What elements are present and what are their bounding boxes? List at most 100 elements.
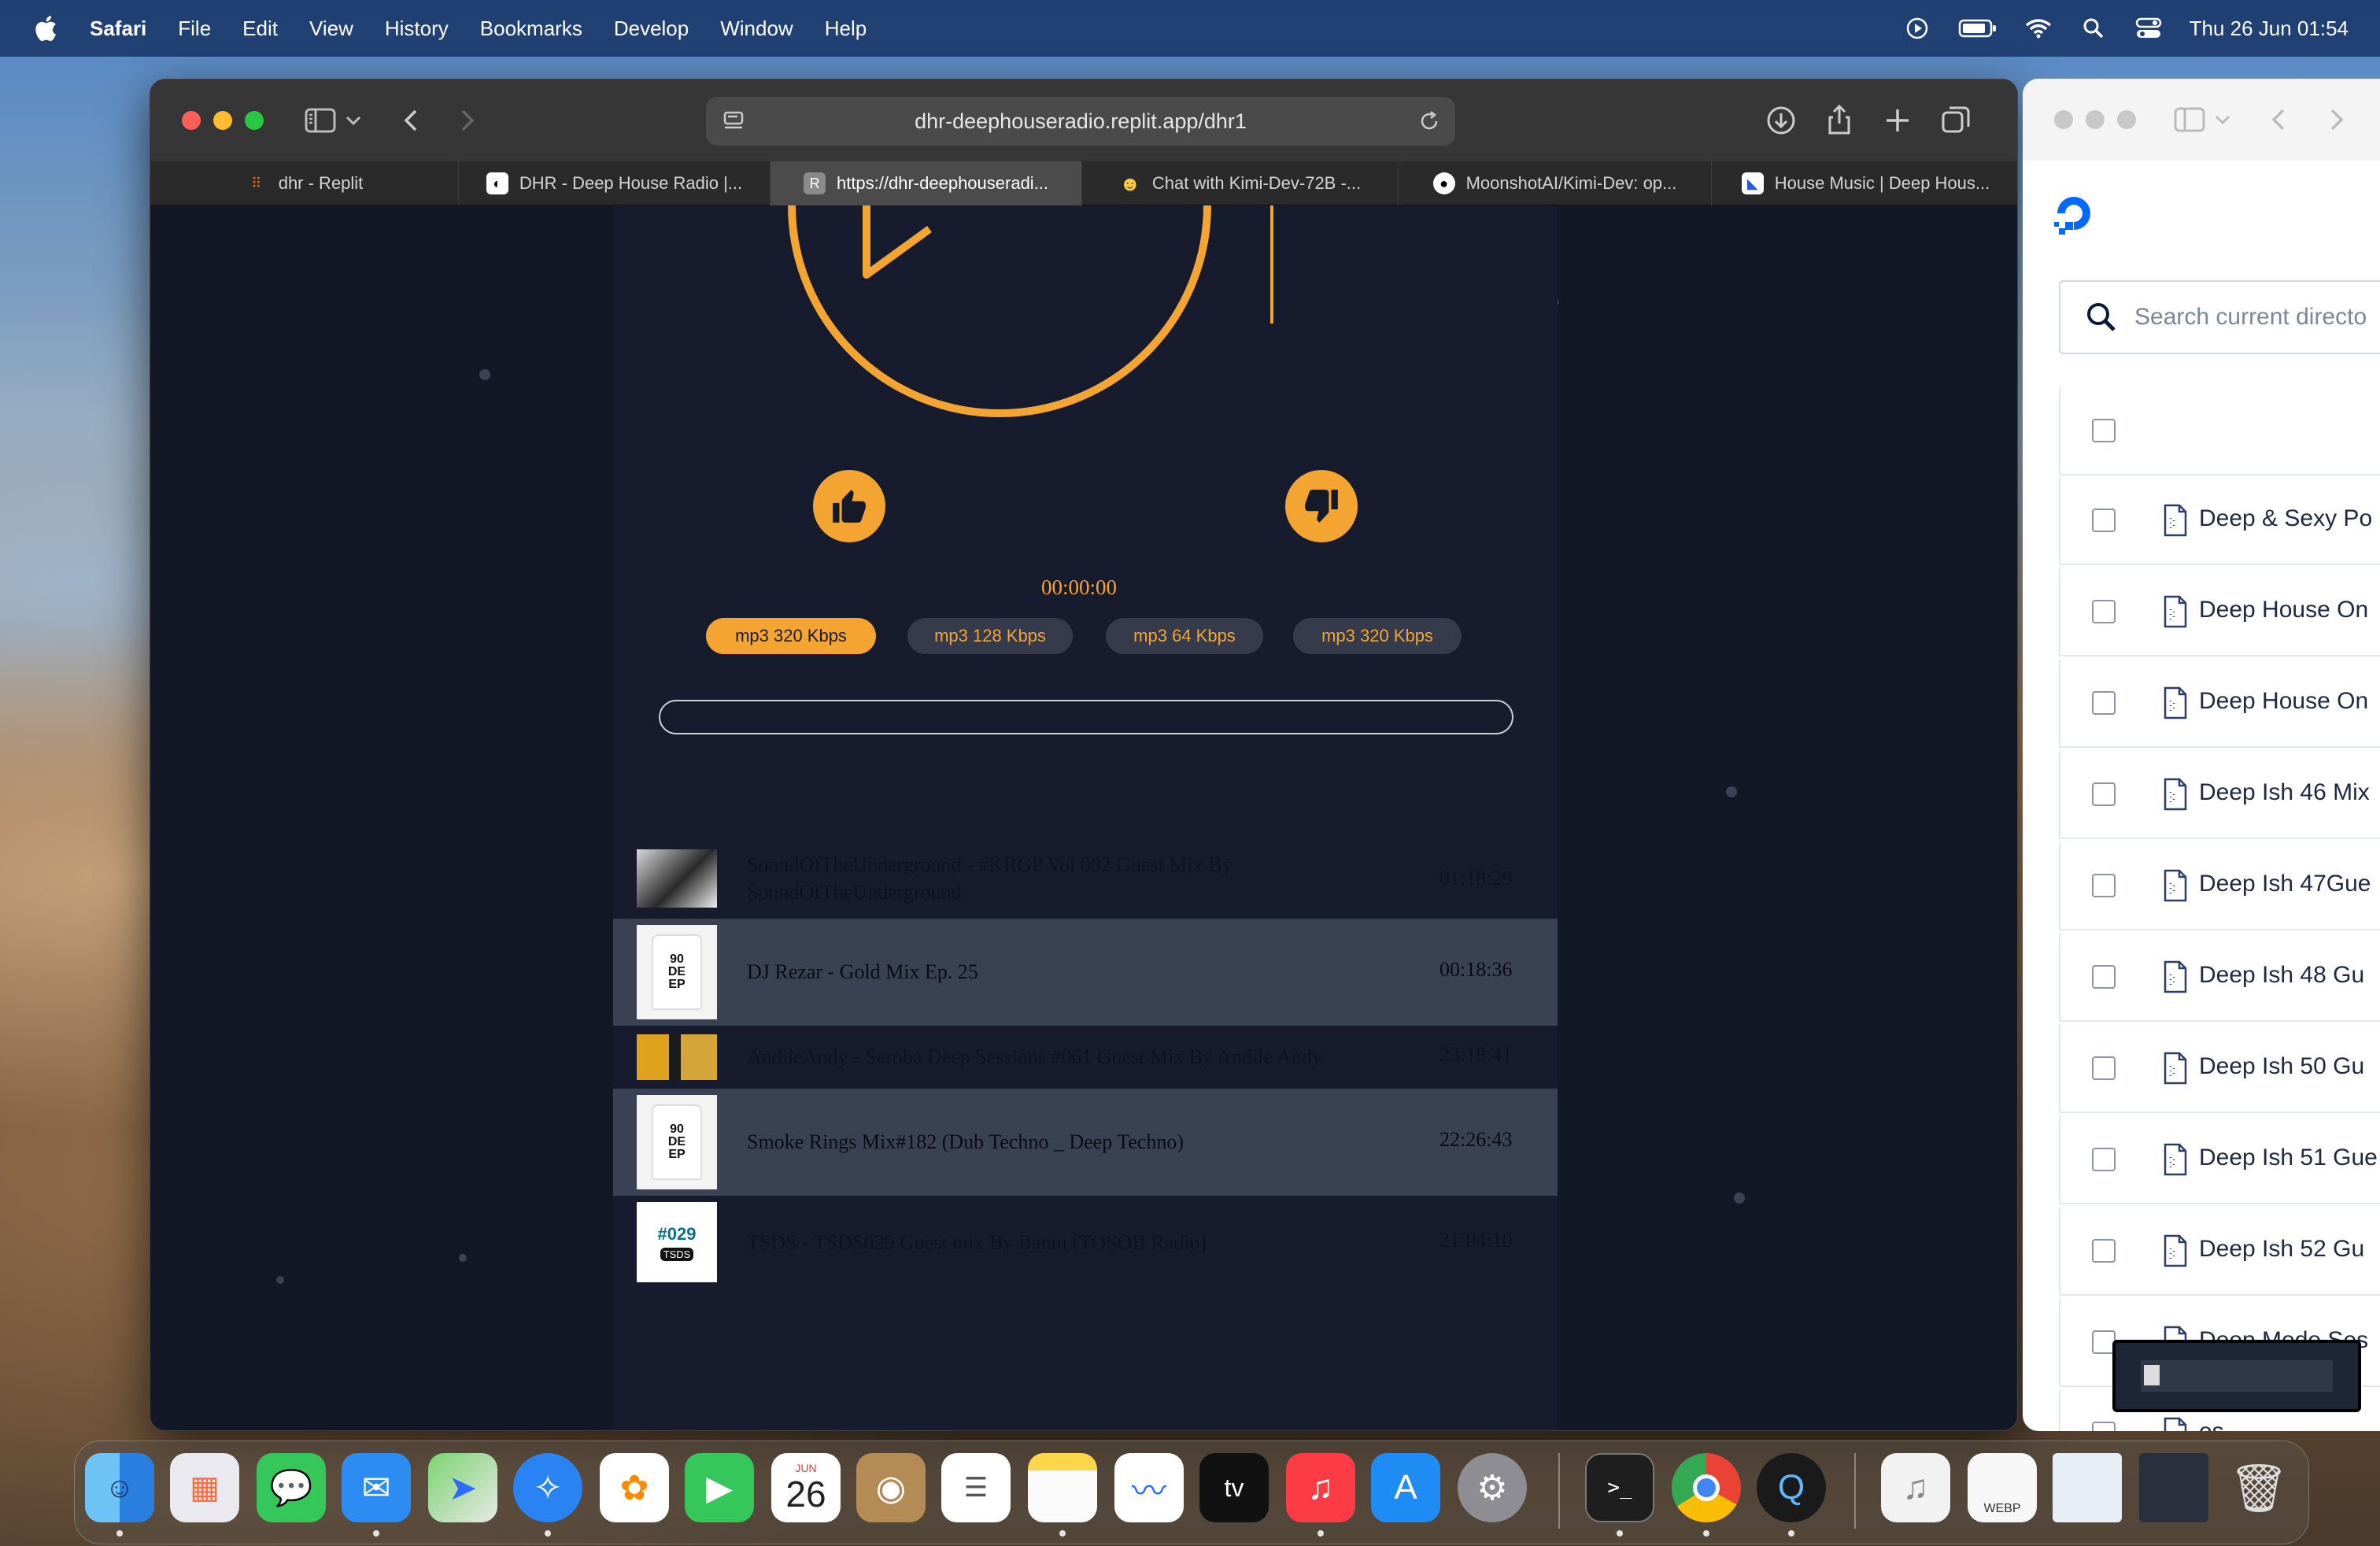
file-row[interactable]: Deep Ish 47Gue [2059, 842, 2380, 930]
tab-replit[interactable]: ⠿ dhr - Replit [150, 161, 459, 205]
playback-progress-bar[interactable] [659, 700, 1513, 734]
forward-arrow-icon[interactable] [449, 103, 484, 138]
tab-dhr-deep-house-radio[interactable]: ◐ DHR - Deep House Radio |... [459, 161, 771, 205]
track-row[interactable]: SoundOfTheUnderground - #KRGP Vol 002 Gu… [613, 841, 1558, 915]
system-settings-icon[interactable]: ⚙ [1458, 1453, 1527, 1522]
file-name[interactable]: Deep Ish 52 Gu [2199, 1236, 2364, 1263]
menu-app-name[interactable]: Safari [90, 17, 146, 41]
file-name[interactable]: Deep Ish 46 Mix [2199, 779, 2370, 806]
launchpad-icon[interactable]: ▦ [170, 1453, 239, 1522]
file-checkbox[interactable] [2092, 1148, 2116, 1171]
photos-icon[interactable]: ✿ [600, 1453, 669, 1522]
minimize-window-button[interactable] [213, 111, 232, 130]
file-name[interactable]: Deep & Sexy Po [2199, 505, 2372, 532]
file-row[interactable]: Deep Ish 51 Gue [2059, 1116, 2380, 1204]
now-playing-icon[interactable] [1903, 17, 1931, 40]
apple-tv-icon[interactable]: tv [1199, 1453, 1269, 1522]
sidebar-toggle-icon[interactable] [303, 103, 338, 138]
file-checkbox[interactable] [2092, 1056, 2116, 1080]
file-checkbox[interactable] [2092, 509, 2116, 532]
menu-edit[interactable]: Edit [242, 17, 278, 41]
menu-window[interactable]: Window [720, 17, 793, 41]
close-window-button[interactable] [2054, 110, 2073, 129]
url-text[interactable]: dhr-deephouseradio.replit.app/dhr1 [915, 109, 1247, 134]
screenshot-thumbnail-preview[interactable] [2112, 1340, 2361, 1412]
tab-github-kimi-dev[interactable]: ● MoonshotAI/Kimi-Dev: op... [1399, 161, 1712, 205]
file-checkbox[interactable] [2092, 691, 2116, 715]
terminal-icon[interactable]: >_ [1585, 1453, 1654, 1522]
app-store-icon[interactable]: A [1371, 1453, 1440, 1522]
new-tab-icon[interactable] [1880, 103, 1915, 138]
menu-help[interactable]: Help [825, 17, 867, 41]
file-checkbox[interactable] [2092, 965, 2116, 989]
quality-option-320-first[interactable]: mp3 320 Kbps [706, 618, 876, 654]
play-button-icon[interactable] [764, 205, 1284, 442]
menu-history[interactable]: History [385, 17, 449, 41]
file-row[interactable]: Deep House On [2059, 660, 2380, 748]
reminders-icon[interactable]: ☰ [941, 1453, 1011, 1522]
address-bar[interactable]: dhr-deephouseradio.replit.app/dhr1 [706, 97, 1455, 146]
menu-view[interactable]: View [309, 17, 353, 41]
file-row[interactable]: Deep Ish 48 Gu [2059, 934, 2380, 1022]
file-checkbox[interactable] [2092, 782, 2116, 806]
apple-icon[interactable] [31, 13, 58, 43]
finder-icon[interactable]: ☺ [85, 1453, 154, 1522]
downloads-icon[interactable] [1764, 103, 1798, 138]
menu-bookmarks[interactable]: Bookmarks [480, 17, 582, 41]
recent-document-icon[interactable] [2053, 1453, 2122, 1522]
file-name[interactable]: Deep House On [2199, 688, 2368, 715]
search-input[interactable]: Search current directo [2059, 280, 2380, 354]
track-row[interactable]: 90 DE EP DJ Rezar - Gold Mix Ep. 25 00:18:… [613, 919, 1558, 1026]
webp-file-icon[interactable]: WEBP [1968, 1453, 2037, 1522]
file-checkbox[interactable] [2092, 874, 2116, 897]
fullscreen-window-button[interactable] [245, 111, 264, 130]
battery-icon[interactable] [1958, 17, 1998, 40]
file-row[interactable]: Deep & Sexy Po [2059, 477, 2380, 565]
safari-icon[interactable]: ✧ [513, 1453, 582, 1522]
fullscreen-window-button[interactable] [2117, 110, 2136, 129]
thumbs-up-button[interactable] [813, 470, 885, 542]
quality-option-64[interactable]: mp3 64 Kbps [1106, 618, 1263, 654]
file-name[interactable]: es [2199, 1418, 2224, 1431]
reload-icon[interactable] [1417, 109, 1441, 133]
spotlight-search-icon[interactable] [2079, 17, 2108, 40]
file-name[interactable]: Deep Ish 51 Gue [2199, 1145, 2378, 1171]
track-row[interactable]: AndileAndy - Seroba Deep Sessions #061 G… [613, 1029, 1558, 1086]
track-row[interactable]: #029 TSDS TSDS - TSDS029 Guest mix By Ba… [613, 1199, 1558, 1285]
file-checkbox[interactable] [2092, 1422, 2116, 1431]
menu-file[interactable]: File [178, 17, 211, 41]
page-settings-icon[interactable] [723, 111, 745, 131]
facetime-icon[interactable]: ▶ [685, 1453, 754, 1522]
notes-icon[interactable] [1028, 1453, 1097, 1522]
mail-icon[interactable]: ✉ [342, 1453, 411, 1522]
music-icon[interactable]: ♫ [1286, 1453, 1355, 1522]
thumbs-down-button[interactable] [1285, 470, 1358, 542]
freeform-icon[interactable]: 〰 [1114, 1453, 1184, 1522]
back-arrow-icon[interactable] [2262, 102, 2297, 137]
downloads-stack-icon[interactable] [2139, 1453, 2208, 1522]
file-row[interactable]: Deep Ish 52 Gu [2059, 1208, 2380, 1296]
close-window-button[interactable] [182, 111, 201, 130]
share-icon[interactable] [1822, 103, 1857, 138]
track-row[interactable]: 90 DE EP Smoke Rings Mix#182 (Dub Techno _… [613, 1089, 1558, 1196]
file-name[interactable]: Deep Ish 48 Gu [2199, 962, 2364, 989]
chevron-down-icon[interactable] [2212, 102, 2234, 137]
quality-option-320-second[interactable]: mp3 320 Kbps [1293, 618, 1462, 654]
quicktime-icon[interactable]: Q [1757, 1453, 1826, 1522]
menu-clock[interactable]: Thu 26 Jun 01:54 [2190, 17, 2349, 41]
tab-house-music[interactable]: ◣ House Music | Deep Hous... [1712, 161, 2017, 205]
control-center-icon[interactable] [2134, 17, 2163, 40]
messages-icon[interactable]: 💬 [257, 1453, 326, 1522]
file-name[interactable]: Deep House On [2199, 597, 2368, 623]
select-all-checkbox[interactable] [2092, 419, 2116, 442]
back-arrow-icon[interactable] [394, 103, 429, 138]
quality-option-128[interactable]: mp3 128 Kbps [907, 618, 1073, 654]
chevron-down-icon[interactable] [342, 103, 364, 138]
wifi-icon[interactable] [2024, 17, 2053, 40]
file-row[interactable]: Deep House On [2059, 568, 2380, 656]
tab-dhr-replit-app[interactable]: R https://dhr-deephouseradi... [771, 161, 1082, 205]
sidebar-toggle-icon[interactable] [2172, 102, 2207, 137]
calendar-icon[interactable]: JUN 26 [771, 1453, 841, 1522]
forward-arrow-icon[interactable] [2319, 102, 2353, 137]
music-file-icon[interactable]: ♫ [1881, 1453, 1950, 1522]
